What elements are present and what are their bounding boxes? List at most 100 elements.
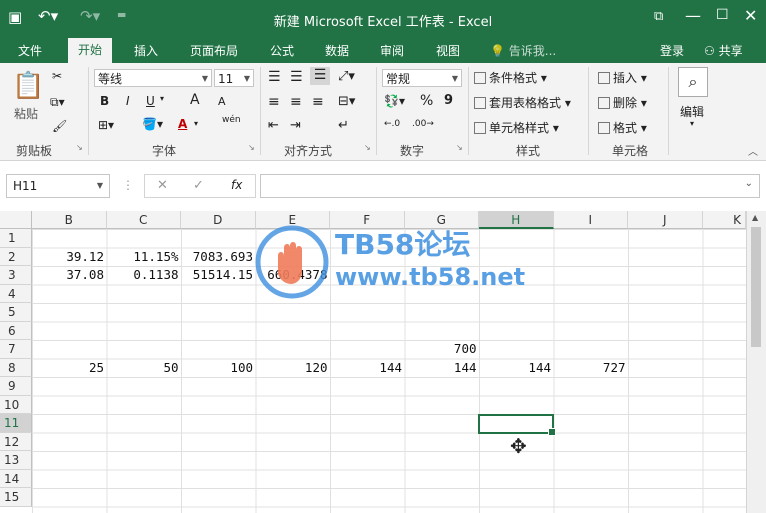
column-header-j[interactable]: J: [628, 211, 703, 229]
border-icon[interactable]: ⊞▾: [98, 118, 114, 132]
underline-button[interactable]: U: [146, 94, 155, 108]
font-color-dropdown-icon[interactable]: ▾: [194, 119, 198, 128]
row-header[interactable]: 11: [0, 414, 32, 433]
accounting-format-icon[interactable]: 💱▾: [384, 94, 405, 108]
wrap-text-icon[interactable]: ↵: [338, 118, 349, 133]
font-color-button[interactable]: A: [178, 117, 187, 131]
tab-file[interactable]: 文件: [18, 42, 42, 59]
grow-font-button[interactable]: A: [190, 92, 200, 108]
tab-home[interactable]: 开始: [68, 38, 113, 63]
scroll-thumb[interactable]: [751, 227, 761, 347]
format-cells-button[interactable]: 格式 ▾: [598, 119, 647, 136]
column-header-i[interactable]: I: [553, 211, 628, 229]
align-middle-icon[interactable]: ☰: [290, 69, 303, 85]
tab-formulas[interactable]: 公式: [270, 42, 294, 59]
cell-h8[interactable]: 144: [479, 359, 551, 377]
row-header[interactable]: 9: [0, 377, 32, 396]
name-box[interactable]: H11 ▼: [6, 174, 110, 198]
cell-d3[interactable]: 51514.15: [181, 266, 253, 284]
paste-button[interactable]: 粘贴: [14, 105, 38, 122]
number-launcher-icon[interactable]: ↘: [456, 143, 463, 152]
merge-center-icon[interactable]: ⊟▾: [338, 94, 355, 109]
copy-icon[interactable]: ⧉▾: [50, 95, 65, 110]
row-header[interactable]: 12: [0, 432, 32, 451]
cell-c3[interactable]: 0.1138: [107, 266, 178, 284]
align-bottom-icon[interactable]: ☰: [310, 67, 330, 85]
orientation-icon[interactable]: ⤢▾: [338, 69, 355, 84]
cell-b8[interactable]: 25: [32, 359, 104, 377]
tab-review[interactable]: 审阅: [380, 42, 404, 59]
cell-g8[interactable]: 144: [405, 359, 477, 377]
column-header-b[interactable]: B: [32, 211, 107, 229]
number-format-select[interactable]: 常规 ▼: [382, 69, 462, 87]
cancel-icon[interactable]: ✕: [157, 178, 168, 193]
font-name-select[interactable]: 等线 ▼: [94, 69, 212, 87]
conditional-format-button[interactable]: 条件格式 ▾: [474, 69, 547, 86]
align-top-icon[interactable]: ☰: [268, 69, 281, 85]
tab-page-layout[interactable]: 页面布局: [190, 42, 238, 59]
row-header[interactable]: 15: [0, 488, 32, 507]
column-header-d[interactable]: D: [181, 211, 256, 229]
align-right-icon[interactable]: ≡: [312, 94, 324, 110]
enter-icon[interactable]: ✓: [193, 178, 204, 193]
increase-decimal-icon[interactable]: ←.0: [384, 119, 400, 129]
row-header[interactable]: 4: [0, 284, 32, 303]
expand-formula-icon[interactable]: ⌄: [745, 178, 753, 189]
cell-e8[interactable]: 120: [256, 359, 328, 377]
share-button[interactable]: ⚇ 共享: [704, 42, 743, 59]
tab-insert[interactable]: 插入: [134, 42, 158, 59]
row-header[interactable]: 8: [0, 358, 32, 377]
editing-dropdown-icon[interactable]: ▾: [690, 119, 694, 128]
insert-function-button[interactable]: fx: [231, 178, 242, 192]
cell-b3[interactable]: 37.08: [32, 266, 104, 284]
increase-indent-icon[interactable]: ⇥: [290, 118, 301, 133]
close-icon[interactable]: ✕: [744, 6, 757, 25]
paste-icon[interactable]: 📋: [12, 71, 44, 101]
underline-dropdown-icon[interactable]: ▾: [160, 94, 164, 103]
delete-cells-button[interactable]: 删除 ▾: [598, 94, 647, 111]
column-header-h[interactable]: H: [479, 211, 554, 229]
decrease-indent-icon[interactable]: ⇤: [268, 118, 279, 133]
cell-f8[interactable]: 144: [330, 359, 402, 377]
tab-data[interactable]: 数据: [325, 42, 349, 59]
insert-cells-button[interactable]: 插入 ▾: [598, 69, 647, 86]
cell-c2[interactable]: 11.15%: [107, 248, 178, 266]
row-header[interactable]: 13: [0, 451, 32, 470]
row-header[interactable]: 2: [0, 247, 32, 266]
format-as-table-button[interactable]: 套用表格格式 ▾: [474, 94, 571, 111]
search-icon[interactable]: ⌕: [678, 67, 708, 97]
cell-d8[interactable]: 100: [181, 359, 253, 377]
cut-icon[interactable]: ✂: [52, 69, 62, 83]
font-launcher-icon[interactable]: ↘: [248, 143, 255, 152]
row-header[interactable]: 7: [0, 340, 32, 359]
cell-g7[interactable]: 700: [405, 340, 477, 358]
row-header[interactable]: 1: [0, 229, 32, 248]
select-all-corner[interactable]: [0, 211, 32, 229]
bold-button[interactable]: B: [100, 94, 109, 108]
active-cell-h11[interactable]: [478, 414, 556, 436]
vertical-scrollbar[interactable]: ▲: [746, 211, 766, 513]
maximize-icon[interactable]: ☐: [716, 7, 729, 23]
cell-c8[interactable]: 50: [107, 359, 178, 377]
tab-view[interactable]: 视图: [436, 42, 460, 59]
column-header-c[interactable]: C: [106, 211, 181, 229]
formula-input[interactable]: ⌄: [260, 174, 760, 198]
fill-color-icon[interactable]: 🪣▾: [142, 117, 163, 131]
cell-styles-button[interactable]: 单元格样式 ▾: [474, 119, 559, 136]
fill-handle[interactable]: [548, 428, 556, 436]
column-header-k[interactable]: K: [702, 211, 746, 229]
row-header[interactable]: 14: [0, 469, 32, 488]
scroll-up-icon[interactable]: ▲: [752, 213, 758, 222]
shrink-font-button[interactable]: A: [218, 95, 226, 108]
percent-button[interactable]: %: [420, 93, 433, 109]
italic-button[interactable]: I: [126, 94, 130, 108]
cell-d2[interactable]: 7083.693: [181, 248, 253, 266]
tell-me-box[interactable]: 💡 告诉我...: [490, 42, 556, 59]
align-left-icon[interactable]: ≡: [268, 94, 280, 110]
minimize-icon[interactable]: —: [685, 6, 701, 25]
decrease-decimal-icon[interactable]: .00→: [412, 119, 434, 129]
row-header[interactable]: 3: [0, 266, 32, 285]
editing-button[interactable]: 编辑: [680, 103, 704, 120]
cell-b2[interactable]: 39.12: [32, 248, 104, 266]
cell-i8[interactable]: 727: [554, 359, 626, 377]
